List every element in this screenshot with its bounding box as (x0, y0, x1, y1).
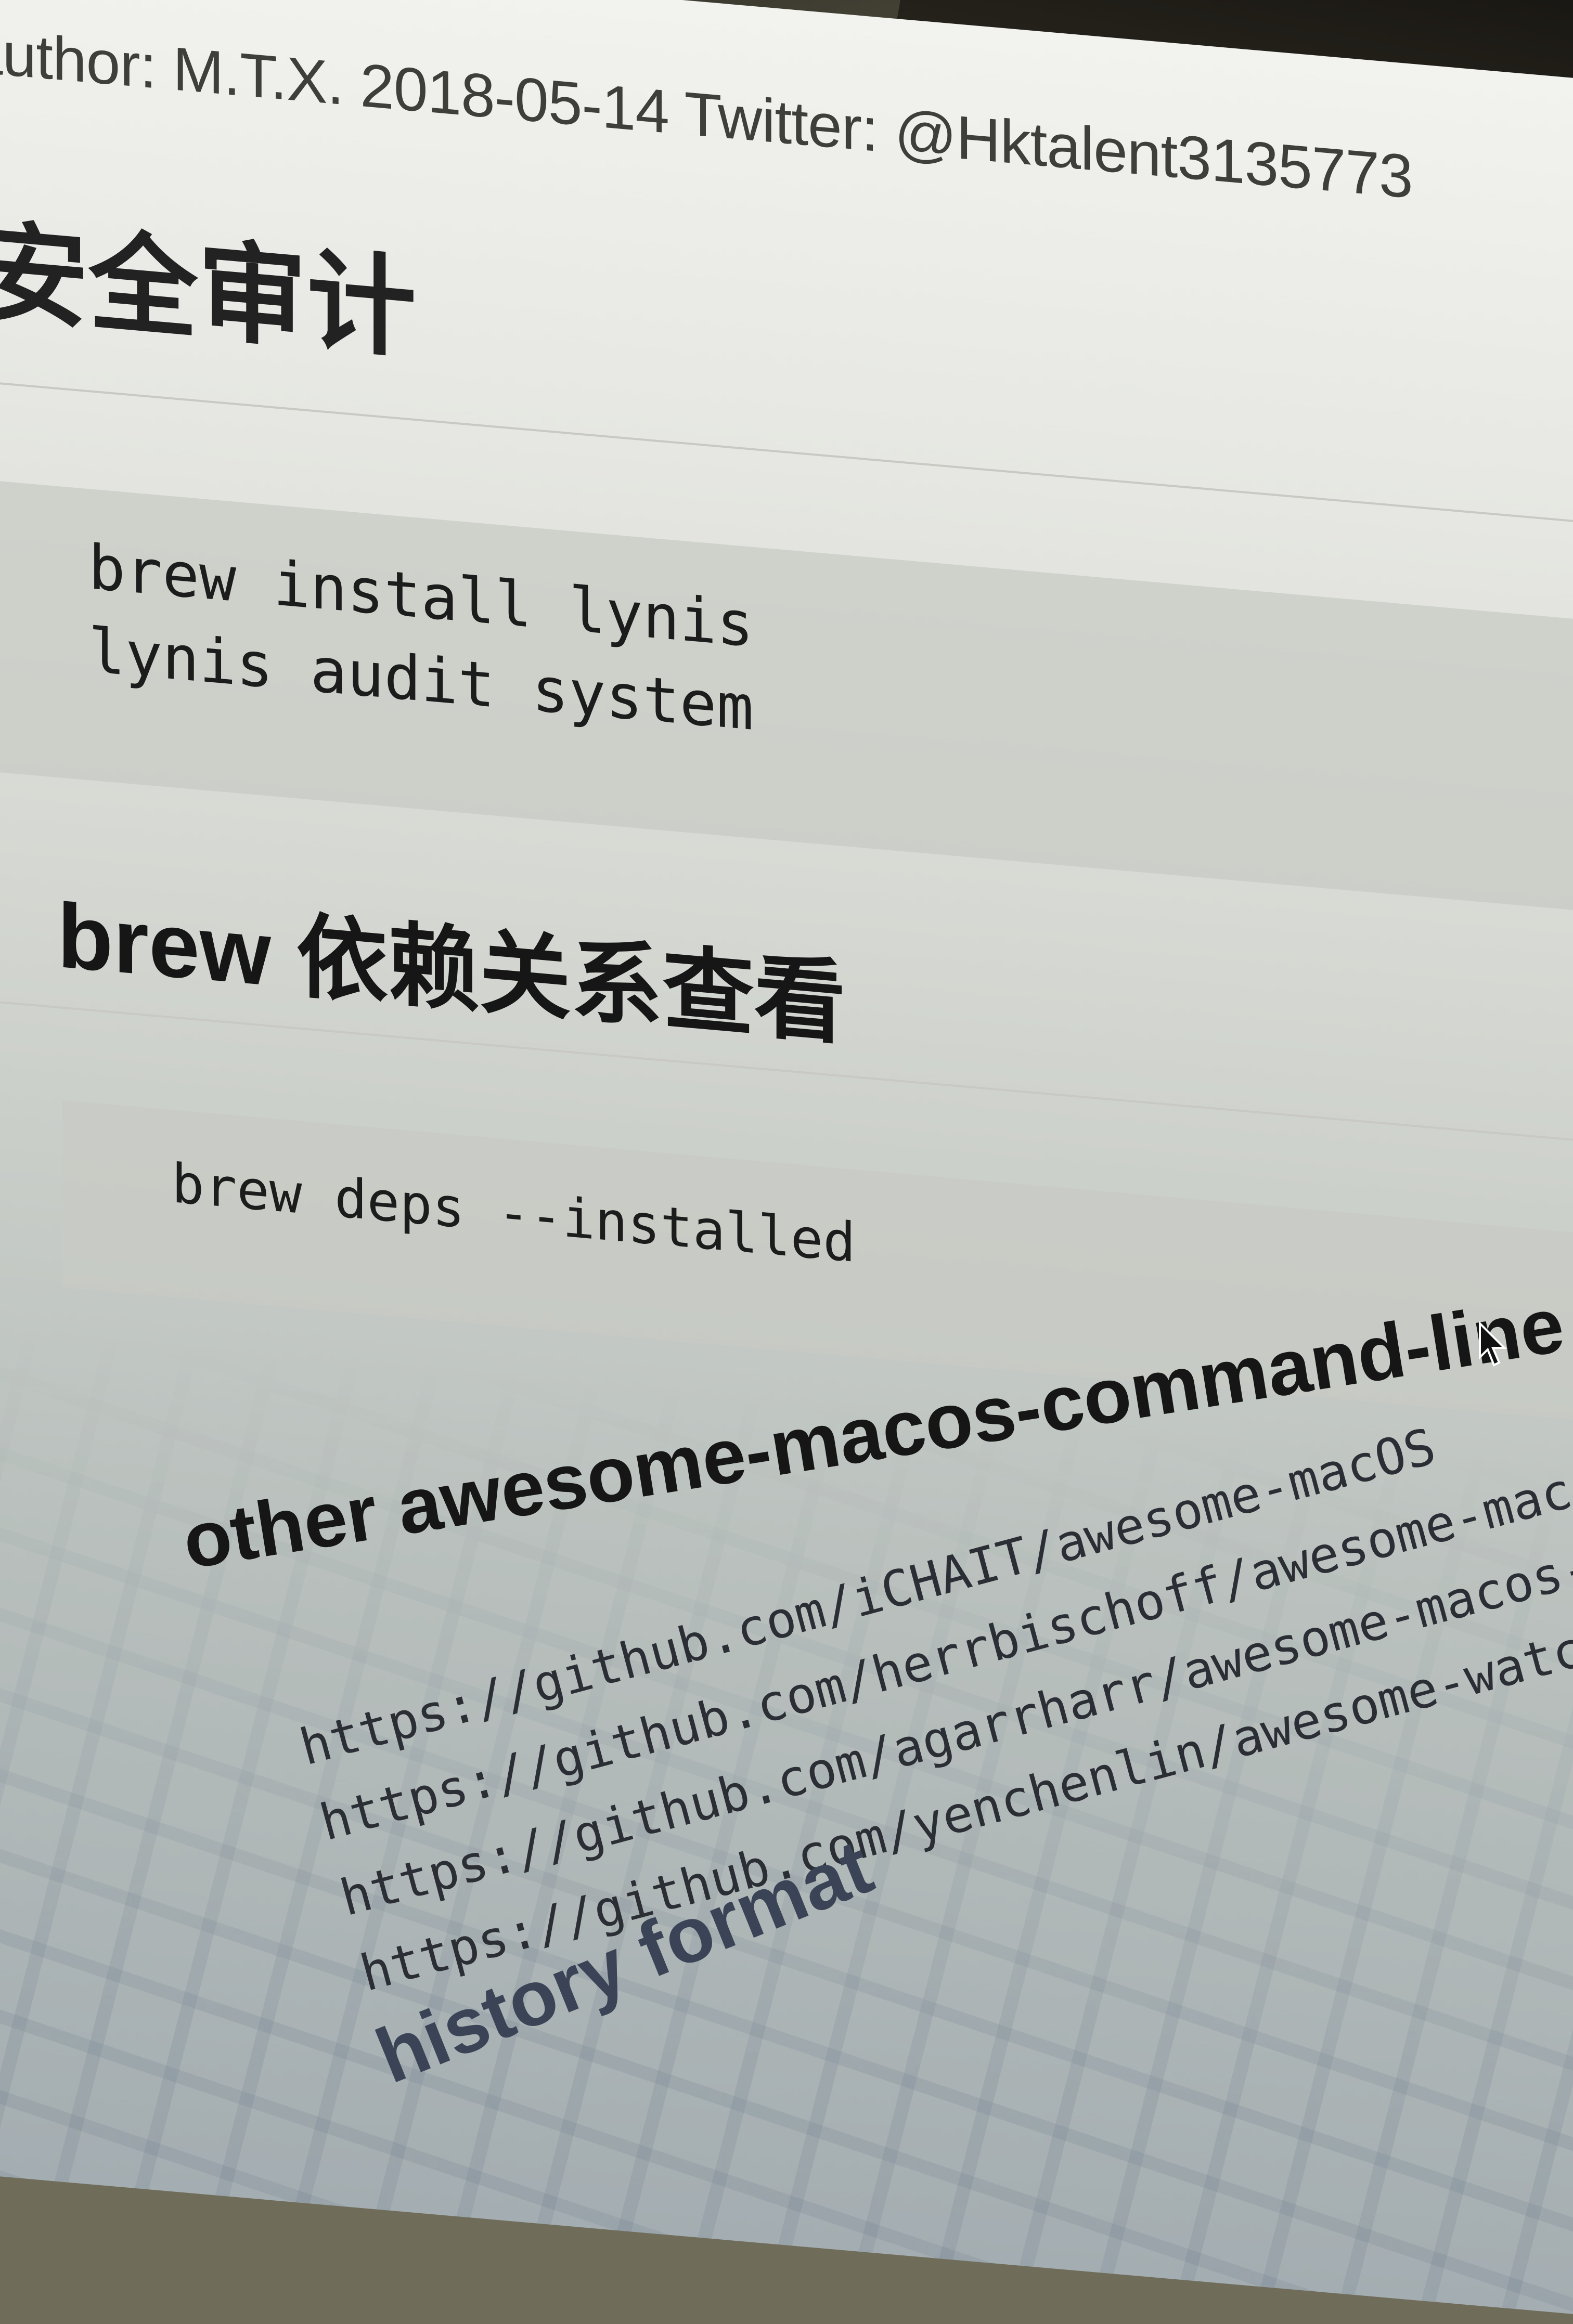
document-page: author: M.T.X. 2018-05-14 Twitter: @Hkta… (0, 0, 1573, 2324)
mouse-pointer-icon (1479, 1321, 1507, 1367)
